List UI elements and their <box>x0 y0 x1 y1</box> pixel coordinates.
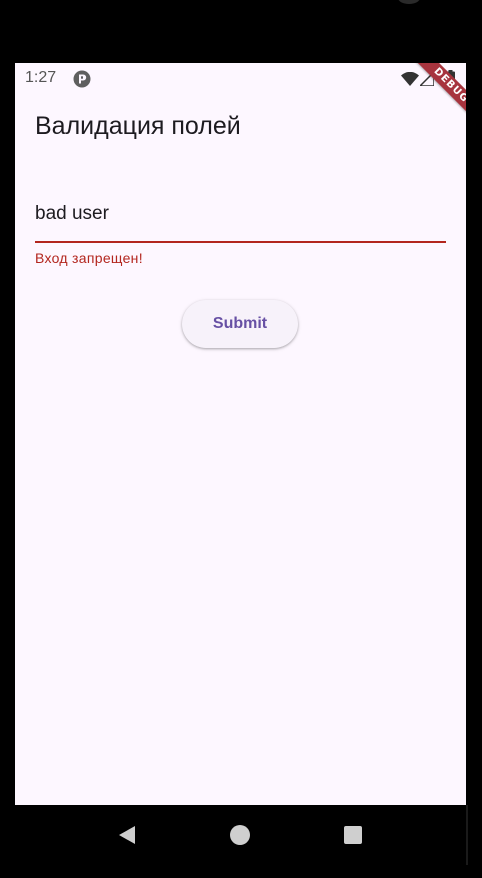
username-input[interactable] <box>35 187 446 241</box>
status-time: 1:27 <box>25 69 57 86</box>
field-underline <box>35 241 446 243</box>
page-title: Валидация полей <box>35 112 241 140</box>
submit-button[interactable]: Submit <box>182 300 298 348</box>
app-notification-icon <box>73 70 91 88</box>
validation-error-text: Вход запрещен! <box>35 250 143 266</box>
home-icon[interactable] <box>230 825 250 845</box>
back-icon[interactable] <box>117 825 137 845</box>
navigation-bar <box>0 805 482 878</box>
frame-edge <box>466 805 468 865</box>
camera-cutout <box>398 0 420 4</box>
app-bar: Валидация полей <box>15 99 466 155</box>
username-field[interactable] <box>35 187 446 243</box>
device-frame: 1:27 DEBUG Валидация полей bad user Вход… <box>0 0 482 878</box>
app-screen: 1:27 DEBUG Валидация полей bad user Вход… <box>15 63 466 805</box>
status-bar: 1:27 <box>15 63 466 95</box>
wifi-icon <box>401 72 419 86</box>
recents-icon[interactable] <box>344 826 362 844</box>
